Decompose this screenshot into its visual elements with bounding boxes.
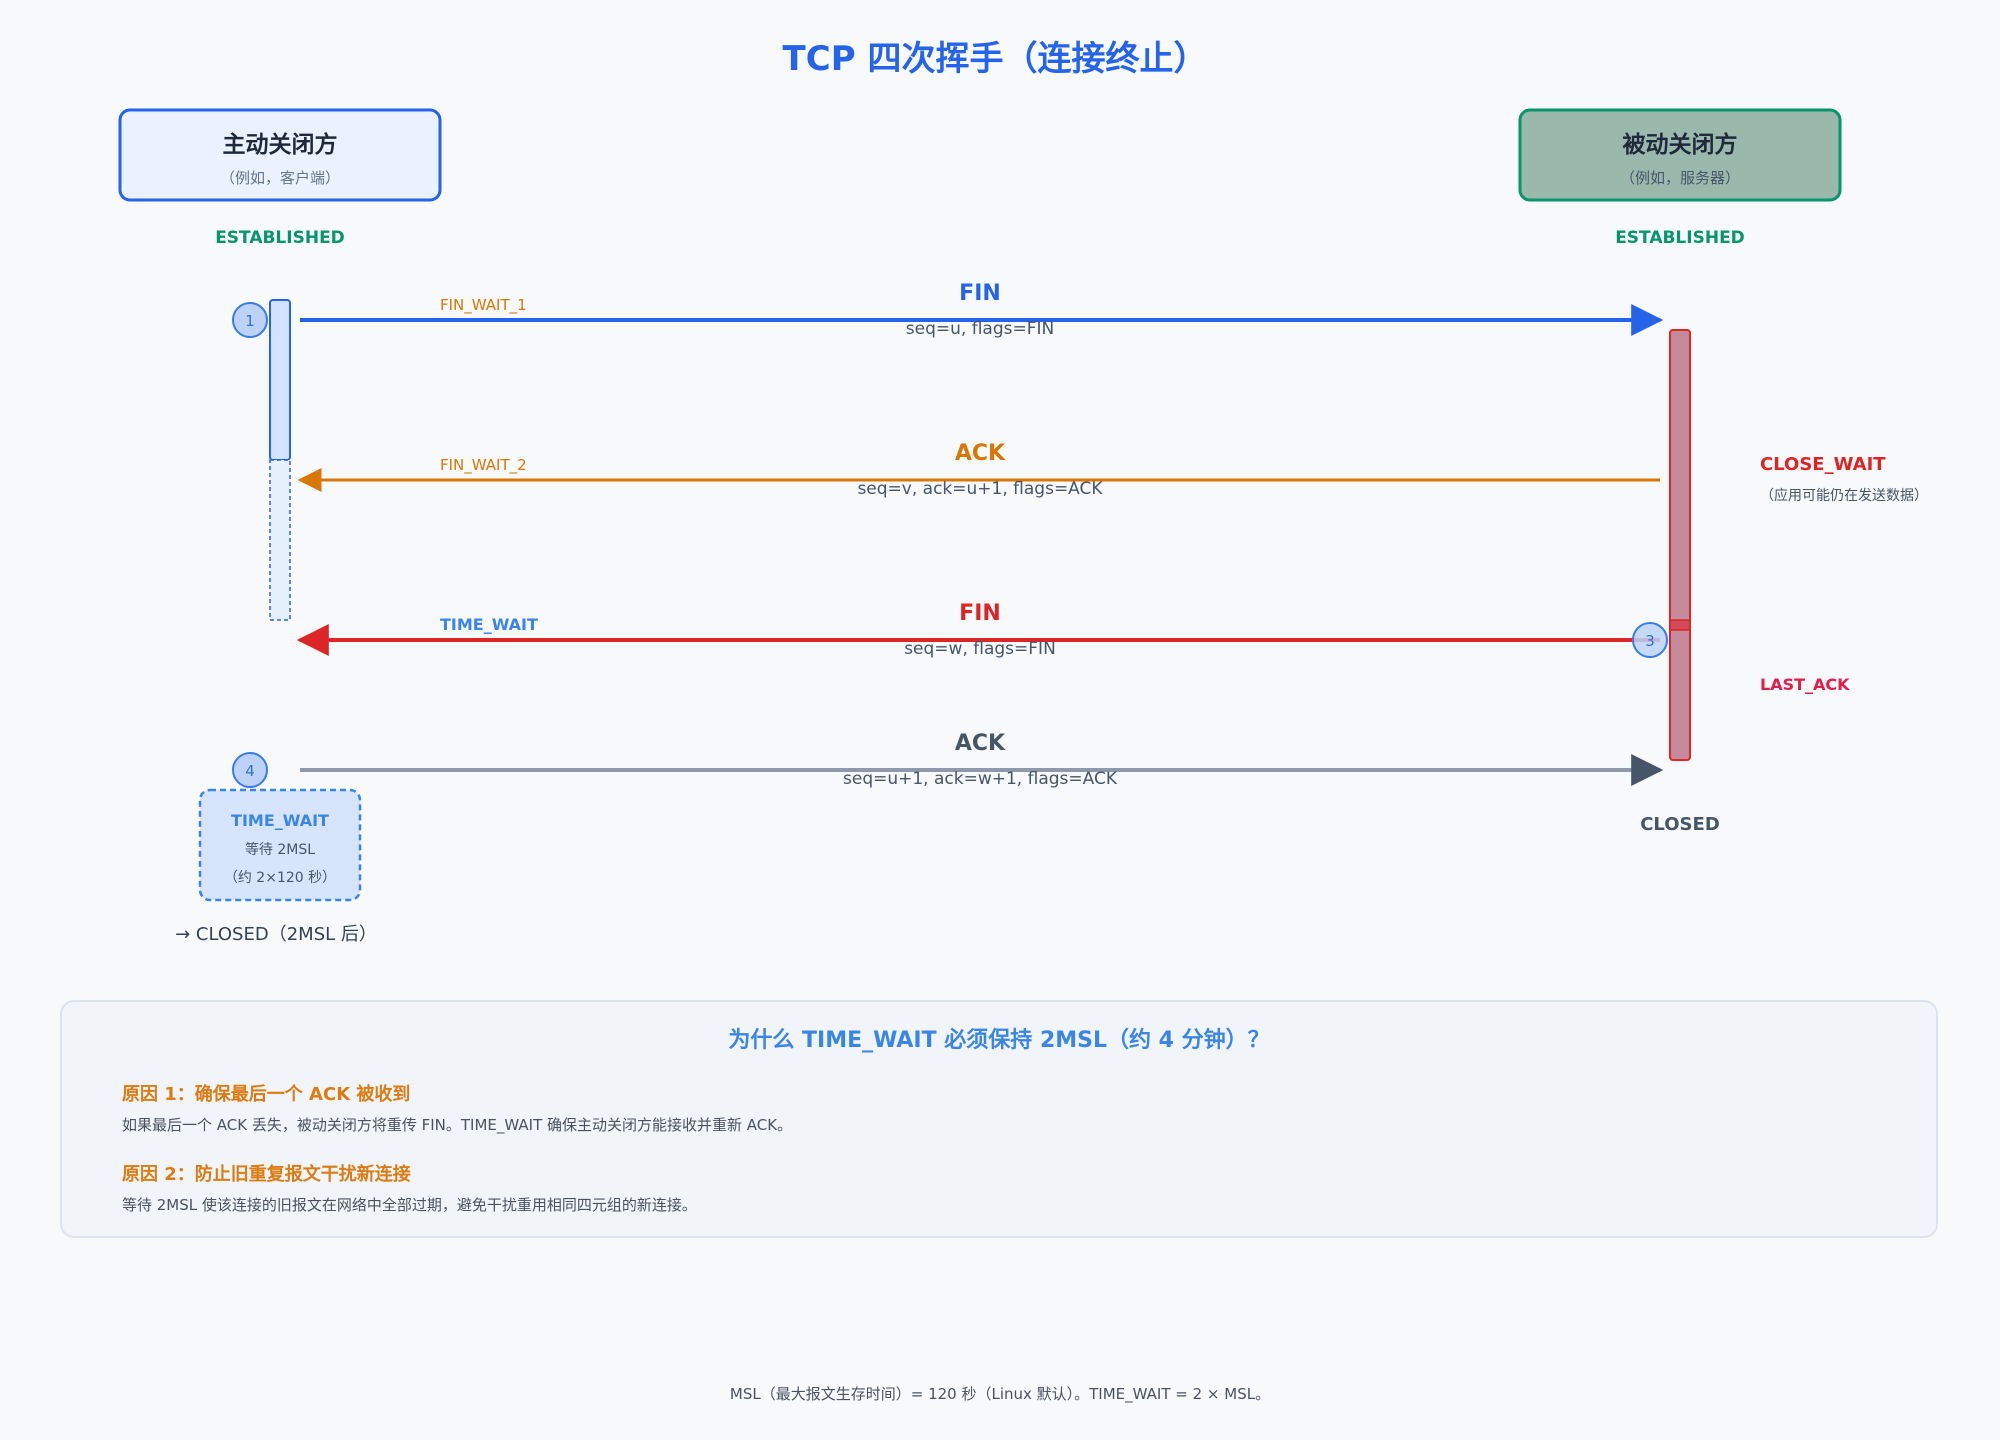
step-badge-1-label: 1 [245,312,255,330]
fin-1-label: FIN [959,281,1001,306]
passive-party-sub: （例如，服务器） [1620,169,1740,187]
passive-party-box: 被动关闭方 （例如，服务器） [1518,108,1842,202]
time-wait-box: TIME_WAIT 等待 2MSL （约 2×120 秒） [198,788,362,902]
last-ack-state: LAST_ACK [1760,675,1850,694]
active-party-name: 主动关闭方 [223,131,338,158]
ack-4-detail: seq=u+1, ack=w+1, flags=ACK [843,769,1118,789]
step-badge-3-label: 3 [1645,632,1655,650]
active-party-sub: （例如，客户端） [220,169,340,187]
active-party-box: 主动关闭方 （例如，客户端） [118,108,442,202]
reasons-panel: 为什么 TIME_WAIT 必须保持 2MSL（约 4 分钟）？ 原因 1：确保… [60,1000,1938,1238]
message-ack-4: 4 ACK seq=u+1, ack=w+1, flags=ACK [232,731,1664,789]
fin-3-label: FIN [959,601,1001,626]
ack-2-sender-state: FIN_WAIT_2 [440,456,527,475]
reason-2-title: 原因 2：防止旧重复报文干扰新连接 [122,1164,411,1185]
ack-2-label: ACK [955,441,1006,466]
passive-final-state: CLOSED [1640,814,1720,835]
reasons-title: 为什么 TIME_WAIT 必须保持 2MSL（约 4 分钟）？ [728,1028,1270,1053]
reason-1-text: 如果最后一个 ACK 丢失，被动关闭方将重传 FIN。TIME_WAIT 确保主… [122,1116,793,1134]
active-waiting-bar [269,459,291,621]
fin-1-detail: seq=u, flags=FIN [906,319,1054,339]
active-initial-state: ESTABLISHED [215,228,345,248]
active-activation-bar [269,299,291,461]
close-wait-state: CLOSE_WAIT [1760,454,1886,475]
passive-fin-marker [1669,619,1691,631]
message-ack-2: ACK seq=v, ack=u+1, flags=ACK FIN_WAIT_2 [297,441,1660,499]
passive-party-name: 被动关闭方 [1623,131,1738,158]
ack-2-detail: seq=v, ack=u+1, flags=ACK [857,479,1103,499]
reason-1-title: 原因 1：确保最后一个 ACK 被收到 [122,1084,411,1105]
passive-initial-state: ESTABLISHED [1615,228,1745,248]
time-wait-line2: （约 2×120 秒） [224,870,336,886]
reason-2-text: 等待 2MSL 使该连接的旧报文在网络中全部过期，避免干扰重用相同四元组的新连接… [122,1196,697,1214]
active-final-state: → CLOSED（2MSL 后） [175,924,377,945]
close-wait-note: （应用可能仍在发送数据） [1760,487,1928,504]
message-fin-3: 3 FIN seq=w, flags=FIN TIME_WAIT [296,601,1668,659]
step-badge-4-label: 4 [245,762,255,780]
passive-activation-bar [1669,329,1691,761]
fin-3-sender-state: TIME_WAIT [440,615,538,634]
time-wait-line1: 等待 2MSL [245,841,315,858]
fin-3-detail: seq=w, flags=FIN [904,639,1056,659]
time-wait-title: TIME_WAIT [231,811,329,830]
footer-note: MSL（最大报文生存时间）= 120 秒（Linux 默认）。TIME_WAIT… [729,1385,1271,1403]
diagram-title: TCP 四次挥手（连接终止） [783,39,1208,79]
fin-1-sender-state: FIN_WAIT_1 [440,296,527,315]
message-fin-1: 1 FIN seq=u, flags=FIN FIN_WAIT_1 [232,281,1664,339]
ack-4-label: ACK [955,731,1006,756]
